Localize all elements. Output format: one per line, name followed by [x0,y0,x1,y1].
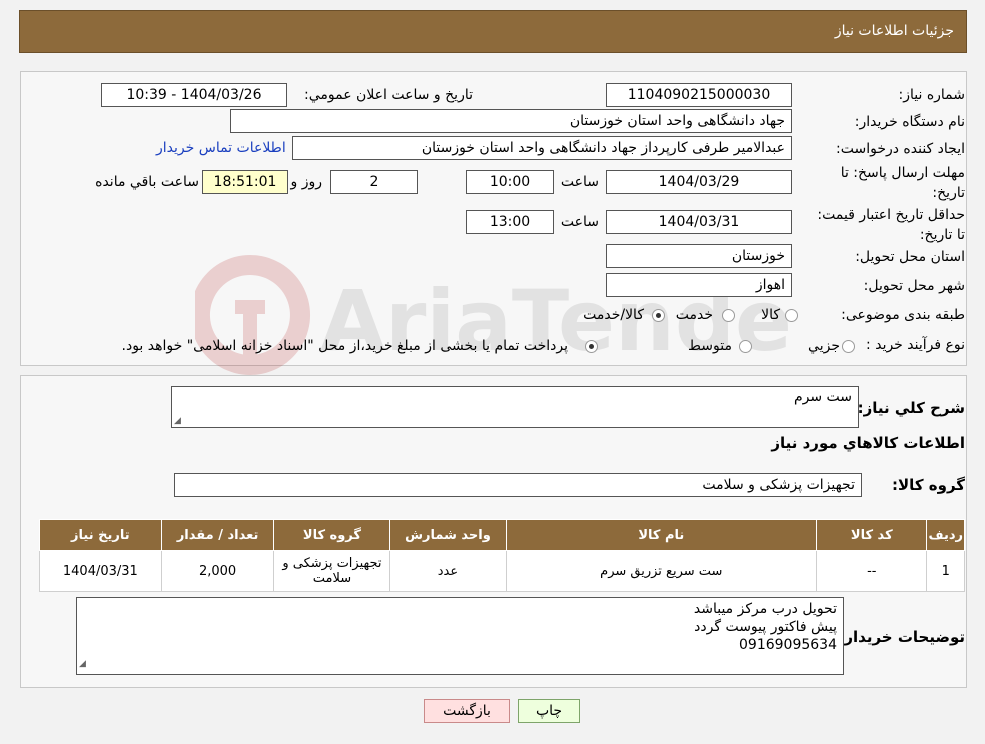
deadline-time-label: ساعت [560,174,599,190]
col-row-header: رديف [926,519,965,551]
col-unit-header: واحد شمارش [389,519,507,551]
goods-info-title: اطلاعات کالاهاي مورد نياز [771,434,965,452]
general-desc-text: ست سرم [793,389,852,405]
requester-label: ايجاد کننده درخواست: [836,141,965,157]
cell-group: تجهیزات پزشکی و سلامت [273,550,391,592]
deadline-date-field[interactable]: 1404/03/29 [606,170,792,194]
category-radio-service[interactable] [722,309,735,322]
category-radio-goods[interactable] [785,309,798,322]
resize-grip-icon[interactable]: ◢ [79,655,86,673]
remaining-time-field[interactable]: 18:51:01 [202,170,288,194]
category-label: طبقه بندی موضوعی: [841,307,965,323]
buyer-notes-label: توضيحات خريدار: [838,628,965,646]
buyer-org-label: نام دستگاه خريدار: [854,114,965,130]
validity-label: حداقل تاریخ اعتبار قیمت: تا تاریخ: [817,207,965,243]
buyer-org-field[interactable]: جهاد دانشگاهی واحد استان خوزستان [230,109,792,133]
province-label: استان محل تحویل: [855,249,965,265]
process-note: پرداخت تمام يا بخشی از مبلغ خريد،از محل … [121,338,568,354]
col-group-header: گروه کالا [273,519,391,551]
validity-date-field[interactable]: 1404/03/31 [606,210,792,234]
buyer-note-line: 09169095634 [739,637,837,653]
col-qty-header: تعداد / مقدار [160,519,275,551]
goods-group-field[interactable]: تجهیزات پزشکی و سلامت [174,473,862,497]
back-button[interactable]: بازگشت [424,699,510,723]
resize-grip-icon[interactable]: ◢ [174,416,181,426]
process-radio-medium[interactable] [739,340,752,353]
city-label: شهر محل تحویل: [863,278,965,294]
buyer-notes-field[interactable]: تحویل درب مرکز میباشد پیش فاکتور پیوست گ… [76,597,844,675]
buyer-note-line: پیش فاکتور پیوست گردد [694,619,837,635]
cell-code: -- [816,550,928,592]
col-date-header: تاريخ نياز [39,519,162,551]
category-goods-label: کالا [761,307,780,323]
deadline-label: مهلت ارسال پاسخ: تا تاریخ: [840,165,965,201]
table-row: 1 -- ست سریع تزریق سرم عدد تجهیزات پزشکی… [39,550,965,592]
process-minor-label: جزيي [808,338,840,354]
validity-time-field[interactable]: 13:00 [466,210,554,234]
requester-field[interactable]: عبدالامیر طرفی کارپرداز جهاد دانشگاهی وا… [292,136,792,160]
city-field[interactable]: اهواز [606,273,792,297]
category-service-label: خدمت [675,307,713,323]
validity-time-label: ساعت [560,214,599,230]
cell-date: 1404/03/31 [39,550,162,592]
col-code-header: کد کالا [816,519,928,551]
cell-row: 1 [926,550,965,592]
need-number-label: شماره نیاز: [898,87,966,103]
category-radio-goods-service[interactable] [652,309,665,322]
buyer-note-line: تحویل درب مرکز میباشد [693,601,837,617]
process-radio-treasury[interactable] [585,340,598,353]
deadline-time-field[interactable]: 10:00 [466,170,554,194]
announce-label: تاریخ و ساعت اعلان عمومي: [304,87,473,103]
cell-name: ست سریع تزریق سرم [505,550,818,592]
cell-unit: عدد [389,550,507,592]
process-label: نوع فرآيند خريد : [866,337,965,353]
process-radio-minor[interactable] [842,340,855,353]
page-title: جزئیات اطلاعات نیاز [834,23,954,39]
province-field[interactable]: خوزستان [606,244,792,268]
process-medium-label: متوسط [688,338,732,354]
table-header-row: رديف کد کالا نام کالا واحد شمارش گروه کا… [39,519,965,551]
announce-field[interactable]: 1404/03/26 - 10:39 [101,83,287,107]
days-field[interactable]: 2 [330,170,418,194]
goods-table: رديف کد کالا نام کالا واحد شمارش گروه کا… [39,519,965,592]
general-desc-field[interactable]: ست سرم ◢ [171,386,859,428]
col-name-header: نام کالا [505,519,818,551]
cell-qty: 2,000 [160,550,275,592]
category-goods-service-label: کالا/خدمت [583,307,644,323]
general-desc-label: شرح کلي نياز: [857,399,965,417]
page-header: جزئیات اطلاعات نیاز [19,10,967,53]
days-label: روز و [290,174,323,190]
buyer-contact-link[interactable]: اطلاعات تماس خريدار [156,140,286,156]
remaining-label: ساعت باقي مانده [95,174,199,190]
print-button[interactable]: چاپ [518,699,580,723]
goods-group-label: گروه کالا: [892,476,965,494]
need-number-field[interactable]: 1104090215000030 [606,83,792,107]
